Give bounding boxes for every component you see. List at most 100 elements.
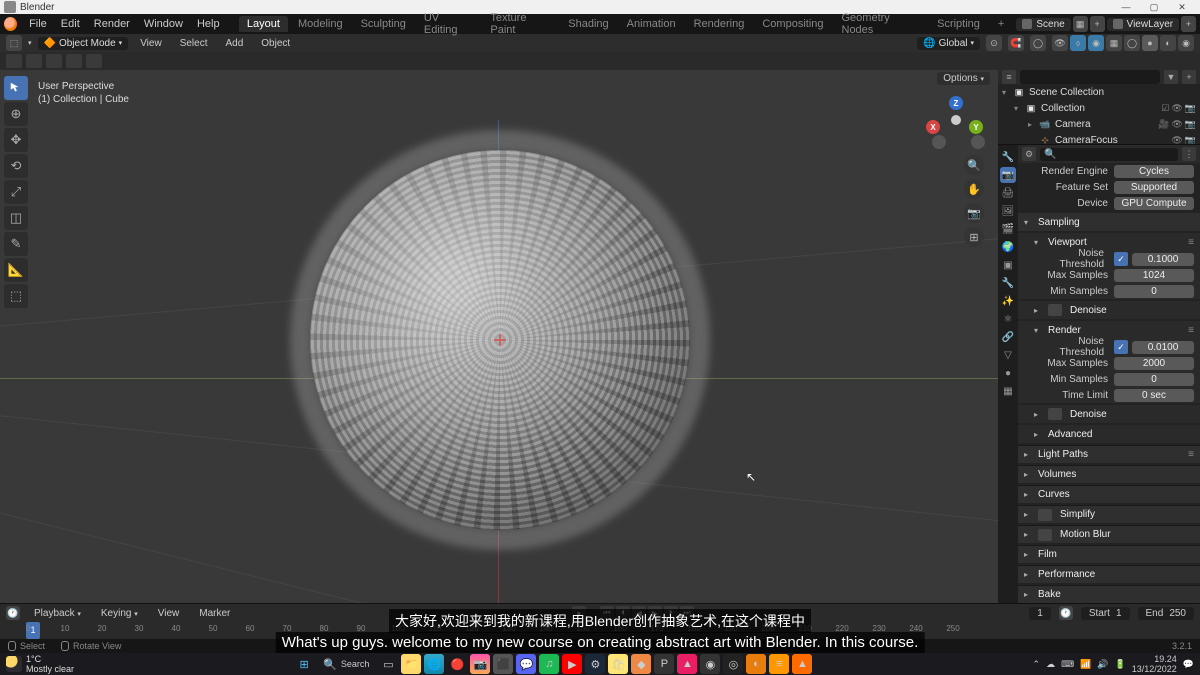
outliner-tree[interactable]: ▾▣Scene Collection ▾▣Collection ☑👁📷 ▸📹Ca… xyxy=(998,84,1200,144)
outliner-editor-icon[interactable]: ≡ xyxy=(1002,70,1016,84)
menu-window[interactable]: Window xyxy=(138,18,189,30)
scene-selector[interactable]: Scene xyxy=(1016,18,1070,31)
viewlayer-selector[interactable]: ViewLayer xyxy=(1107,18,1180,31)
app-blender-icon[interactable]: ◐ xyxy=(746,654,766,674)
prop-tab-data[interactable]: ▽ xyxy=(1000,347,1016,363)
pan-icon[interactable]: ✋ xyxy=(964,179,984,199)
render-max-field[interactable]: 2000 xyxy=(1114,357,1194,370)
scene-new-icon[interactable]: + xyxy=(1090,16,1105,32)
list-icon[interactable]: ≡ xyxy=(1188,449,1194,460)
workspace-tab-rendering[interactable]: Rendering xyxy=(686,16,753,32)
close-button[interactable]: ✕ xyxy=(1168,0,1196,14)
tray-battery-icon[interactable]: 🔋 xyxy=(1115,659,1126,670)
navigation-gizmo[interactable]: Z X Y xyxy=(926,90,986,150)
prop-tab-object[interactable]: ▣ xyxy=(1000,257,1016,273)
render-icon[interactable]: 📷 xyxy=(1185,103,1196,114)
camera-view-icon[interactable]: 📷 xyxy=(964,203,984,223)
mode-dropdown[interactable]: 🔶 Object Mode ▾ xyxy=(38,37,129,50)
select-mode-icon-4[interactable] xyxy=(66,54,82,68)
app-steam-icon[interactable]: ⚙ xyxy=(585,654,605,674)
performance-panel-header[interactable]: ▸Performance xyxy=(1018,565,1200,583)
curves-panel-header[interactable]: ▸Curves xyxy=(1018,485,1200,503)
simplify-panel-header[interactable]: ▸Simplify xyxy=(1018,505,1200,523)
axis-x-icon[interactable]: X xyxy=(926,120,940,134)
maximize-button[interactable]: ▢ xyxy=(1140,0,1168,14)
app-spotify-icon[interactable]: ♫ xyxy=(539,654,559,674)
app-icon[interactable]: ⬛ xyxy=(493,654,513,674)
select-mode-icon[interactable] xyxy=(6,54,22,68)
denoise-checkbox[interactable] xyxy=(1048,408,1062,420)
denoise-render-panel-header[interactable]: ▸Denoise xyxy=(1018,405,1200,423)
prop-tab-constraint[interactable]: 🔗 xyxy=(1000,329,1016,345)
snap-icon[interactable]: 🧲 xyxy=(1008,35,1024,51)
notification-icon[interactable]: 💬 xyxy=(1183,659,1194,670)
gizmo-toggle-icon[interactable]: ⬨ xyxy=(1070,35,1086,51)
visibility-icon[interactable]: 👁 xyxy=(1052,35,1068,51)
device-dropdown[interactable]: GPU Compute xyxy=(1114,197,1194,210)
transform-tool[interactable]: ◫ xyxy=(4,206,28,230)
bake-panel-header[interactable]: ▸Bake xyxy=(1018,585,1200,603)
axis-neg-icon[interactable] xyxy=(971,135,985,149)
shading-rendered-icon[interactable]: ◉ xyxy=(1178,35,1194,51)
scene-browse-icon[interactable]: ▦ xyxy=(1073,16,1088,32)
list-icon[interactable]: ≡ xyxy=(1188,325,1194,336)
outliner-item-camera[interactable]: ▸📹Camera 🎥👁📷 xyxy=(998,116,1200,132)
prop-tab-texture[interactable]: ▦ xyxy=(1000,383,1016,399)
shading-wire-icon[interactable]: ◯ xyxy=(1124,35,1140,51)
select-mode-icon-3[interactable] xyxy=(46,54,62,68)
eye-icon[interactable]: 👁 xyxy=(1171,103,1182,114)
noise-checkbox[interactable]: ✓ xyxy=(1114,252,1128,266)
header-add[interactable]: Add xyxy=(219,38,249,49)
cursor-tool[interactable]: ⊕ xyxy=(4,102,28,126)
advanced-panel-header[interactable]: ▸Advanced xyxy=(1018,425,1200,443)
overlay-toggle-icon[interactable]: ◉ xyxy=(1088,35,1104,51)
workspace-tab-texturepaint[interactable]: Texture Paint xyxy=(482,10,558,38)
axis-neg-icon-2[interactable] xyxy=(932,135,946,149)
app-instagram-icon[interactable]: 📷 xyxy=(470,654,490,674)
motionblur-checkbox[interactable] xyxy=(1038,529,1052,541)
taskview-icon[interactable]: ▭ xyxy=(378,654,398,674)
eye-icon[interactable]: 👁 xyxy=(1171,119,1182,130)
workspace-add-button[interactable]: + xyxy=(990,16,1012,32)
app-discord-icon[interactable]: 💬 xyxy=(516,654,536,674)
prop-tab-scene[interactable]: 🎬 xyxy=(1000,221,1016,237)
menu-help[interactable]: Help xyxy=(191,18,226,30)
tray-wifi-icon[interactable]: 📶 xyxy=(1080,659,1091,670)
xray-icon[interactable]: ▦ xyxy=(1106,35,1122,51)
tray-chevron-icon[interactable]: ⌃ xyxy=(1033,659,1041,670)
render-engine-dropdown[interactable]: Cycles xyxy=(1114,165,1194,178)
lightpaths-panel-header[interactable]: ▸Light Paths≡ xyxy=(1018,445,1200,463)
tray-cloud-icon[interactable]: ☁ xyxy=(1046,659,1055,670)
menu-edit[interactable]: Edit xyxy=(55,18,86,30)
axis-z-icon[interactable]: Z xyxy=(949,96,963,110)
tl-marker[interactable]: Marker xyxy=(193,608,236,619)
zoom-icon[interactable]: 🔍 xyxy=(964,155,984,175)
prop-tab-physics[interactable]: ⚛ xyxy=(1000,311,1016,327)
denoise-vp-panel-header[interactable]: ▸Denoise xyxy=(1018,301,1200,319)
3d-viewport[interactable]: Options ▾ ⊕ ✥ ⟲ ⤢ ◫ ✎ 📐 ⬚ User Perspecti… xyxy=(0,70,998,603)
end-frame-field[interactable]: End 250 xyxy=(1138,607,1194,620)
simplify-checkbox[interactable] xyxy=(1038,509,1052,521)
preview-range-icon[interactable]: 🕐 xyxy=(1059,606,1073,620)
viewlayer-new-icon[interactable]: + xyxy=(1181,16,1196,32)
props-options-icon[interactable]: ⋮ xyxy=(1182,147,1196,161)
noise-checkbox[interactable]: ✓ xyxy=(1114,340,1128,354)
select-box-tool[interactable] xyxy=(4,76,28,100)
prop-tab-tool[interactable]: 🔧 xyxy=(1000,149,1016,165)
render-noise-field[interactable]: 0.0100 xyxy=(1132,341,1194,354)
menu-render[interactable]: Render xyxy=(88,18,136,30)
axis-y-icon[interactable]: Y xyxy=(969,120,983,134)
app-sublime-icon[interactable]: ≡ xyxy=(769,654,789,674)
tl-view[interactable]: View xyxy=(152,608,186,619)
workspace-tab-shading[interactable]: Shading xyxy=(560,16,616,32)
viewport-noise-field[interactable]: 0.1000 xyxy=(1132,253,1194,266)
sampling-panel-header[interactable]: ▾Sampling xyxy=(1018,213,1200,231)
workspace-tab-scripting[interactable]: Scripting xyxy=(929,16,988,32)
props-editor-icon[interactable]: ⚙ xyxy=(1022,147,1036,161)
prop-tab-modifier[interactable]: 🔧 xyxy=(1000,275,1016,291)
feature-set-dropdown[interactable]: Supported xyxy=(1114,181,1194,194)
geometry-object[interactable] xyxy=(310,150,690,530)
filter-icon[interactable]: ▼ xyxy=(1164,70,1178,84)
workspace-tab-compositing[interactable]: Compositing xyxy=(754,16,831,32)
header-view[interactable]: View xyxy=(134,38,168,49)
